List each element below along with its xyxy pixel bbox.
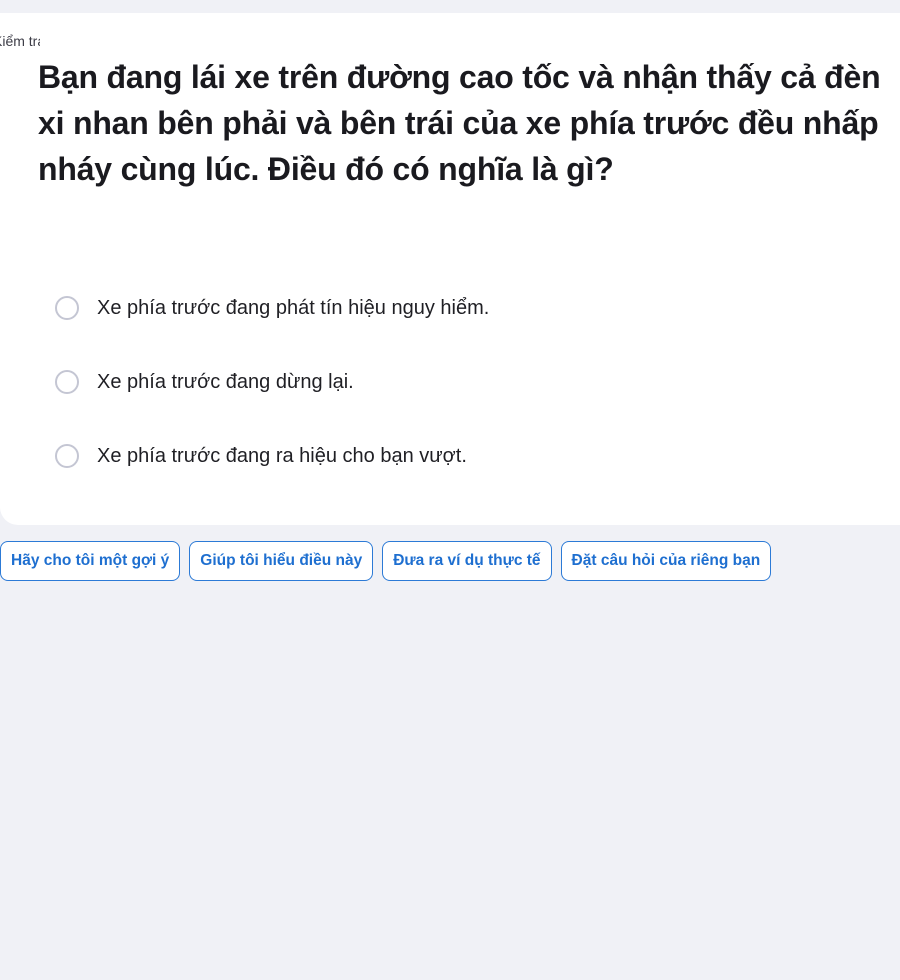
answer-options: Xe phía trước đang phát tín hiệu nguy hi…	[55, 291, 489, 513]
explain-button[interactable]: Giúp tôi hiểu điều này	[189, 541, 374, 581]
hint-button[interactable]: Hãy cho tôi một gợi ý	[0, 541, 181, 581]
radio-button[interactable]	[55, 370, 79, 394]
real-example-button[interactable]: Đưa ra ví dụ thực tế	[382, 541, 552, 581]
quiz-card: Kiểm tra Bạn đang lái xe trên đường cao …	[0, 13, 900, 525]
question-text: Bạn đang lái xe trên đường cao tốc và nh…	[38, 59, 881, 187]
answer-option-label: Xe phía trước đang phát tín hiệu nguy hi…	[97, 296, 490, 319]
answer-option[interactable]: Xe phía trước đang ra hiệu cho bạn vượt.	[55, 439, 489, 473]
radio-button[interactable]	[55, 296, 79, 320]
answer-option[interactable]: Xe phía trước đang phát tín hiệu nguy hi…	[55, 291, 489, 325]
answer-option-label: Xe phía trước đang ra hiệu cho bạn vượt.	[97, 444, 467, 467]
ask-own-question-button[interactable]: Đặt câu hỏi của riêng bạn	[560, 541, 772, 581]
card-label-text: Kiểm tra	[0, 33, 40, 49]
answer-option[interactable]: Xe phía trước đang dừng lại.	[55, 365, 489, 399]
suggestion-chips: Hãy cho tôi một gợi ý Giúp tôi hiểu điều…	[0, 541, 772, 581]
radio-button[interactable]	[55, 444, 79, 468]
card-label: Kiểm tra	[0, 33, 40, 49]
answer-option-label: Xe phía trước đang dừng lại.	[97, 370, 354, 393]
